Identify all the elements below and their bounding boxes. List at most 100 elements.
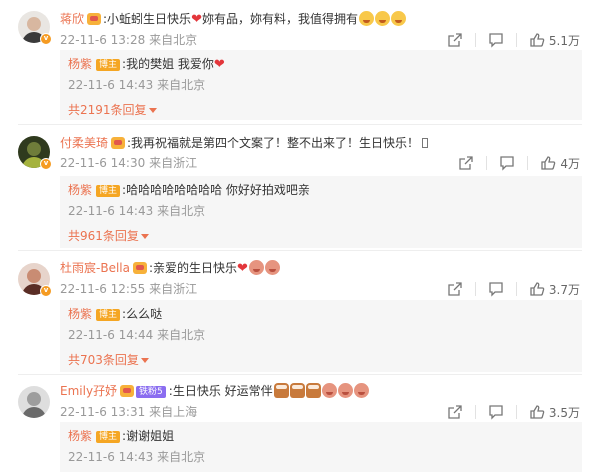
like-count: 3.5万 bbox=[548, 405, 580, 420]
reply-box: 杨紫 博主:我的樊姐 我爱你❤ 22-11-6 14:43 来自北京 共2191条… bbox=[60, 50, 582, 120]
comment-text: :亲爱的生日快乐 bbox=[148, 261, 238, 275]
reply-username[interactable]: 杨紫 bbox=[68, 429, 92, 443]
cake-emoji-icon bbox=[273, 383, 289, 398]
comment-location: 来自北京 bbox=[149, 33, 198, 47]
blogger-badge: 博主 bbox=[96, 431, 121, 443]
more-replies-link[interactable]: 共961条回复 bbox=[68, 228, 149, 244]
reply-meta: 22-11-6 14:43 来自北京 bbox=[68, 449, 205, 465]
reply-time: 22-11-6 14:44 bbox=[68, 328, 154, 342]
reply-text: :谢谢姐姐 bbox=[122, 429, 175, 443]
reply-line: 杨紫 博主:谢谢姐姐 bbox=[68, 428, 174, 444]
comment-meta: 22-11-6 12:55 来自浙江 bbox=[60, 281, 197, 297]
comment-time: 22-11-6 13:31 bbox=[60, 405, 146, 419]
heart-icon: ❤ bbox=[213, 57, 225, 72]
more-replies-label: 共703条回复 bbox=[68, 353, 139, 367]
caret-down-icon bbox=[140, 358, 149, 363]
reply-location: 来自北京 bbox=[157, 78, 206, 92]
reply-username[interactable]: 杨紫 bbox=[68, 307, 92, 321]
heart-icon: ❤ bbox=[191, 12, 202, 27]
comment-line: 杜雨宸-Bella :亲爱的生日快乐❤ bbox=[60, 260, 280, 277]
smile-emoji-icon bbox=[374, 11, 390, 26]
comment-icon[interactable] bbox=[499, 155, 515, 171]
comment-icon[interactable] bbox=[488, 32, 504, 48]
avatar[interactable] bbox=[18, 386, 50, 418]
reply-location: 来自北京 bbox=[157, 328, 206, 342]
share-icon[interactable] bbox=[447, 281, 463, 297]
comment-location: 来自上海 bbox=[149, 405, 198, 419]
comment-actions: 4万 bbox=[458, 155, 580, 171]
smile-emoji-icon bbox=[358, 11, 374, 26]
reply-line: 杨紫 博主:么么哒 bbox=[68, 306, 162, 322]
comment-item: v 杜雨宸-Bella:亲爱的生日快乐❤ 22-11-6 12:55 来自浙江 … bbox=[0, 252, 600, 376]
reply-username[interactable]: 杨紫 bbox=[68, 57, 92, 71]
thumbs-up-icon[interactable] bbox=[529, 32, 545, 48]
cake-emoji-icon bbox=[289, 383, 305, 398]
pig-emoji-icon bbox=[248, 260, 264, 275]
heart-icon: ❤ bbox=[237, 261, 248, 276]
more-replies-label: 共2191条回复 bbox=[68, 103, 147, 117]
comment-username[interactable]: 付柔美琦 bbox=[60, 136, 108, 150]
reply-username[interactable]: 杨紫 bbox=[68, 183, 92, 197]
comment-username[interactable]: 蒋欣 bbox=[60, 12, 84, 26]
divider bbox=[18, 250, 582, 251]
smile-emoji-icon bbox=[390, 11, 406, 26]
comment-actions: 5.1万 bbox=[447, 32, 580, 48]
comment-text: :生日快乐 好运常伴 bbox=[168, 384, 273, 398]
like-count: 4万 bbox=[560, 156, 580, 171]
reply-line: 杨紫 博主:我的樊姐 我爱你❤ bbox=[68, 56, 225, 73]
comment-username[interactable]: Emily孖妤 bbox=[60, 384, 117, 398]
more-replies-link[interactable]: 共703条回复 bbox=[68, 352, 149, 368]
divider bbox=[18, 124, 582, 125]
pig-emoji-icon bbox=[353, 383, 369, 398]
comment-time: 22-11-6 14:30 bbox=[60, 156, 146, 170]
reply-meta: 22-11-6 14:43 来自北京 bbox=[68, 203, 205, 219]
comment-line: 付柔美琦 :我再祝福就是第四个文案了！整不出来了！生日快乐！ bbox=[60, 135, 429, 151]
reply-line: 杨紫 博主:哈哈哈哈哈哈哈哈 你好好拍戏吧亲 bbox=[68, 182, 310, 198]
fan-level-badge: 铁粉5 bbox=[136, 386, 166, 398]
crown-icon bbox=[120, 385, 135, 397]
verified-badge-icon: v bbox=[40, 158, 52, 170]
crown-icon bbox=[87, 13, 102, 25]
comment-meta: 22-11-6 14:30 来自浙江 bbox=[60, 155, 197, 171]
comment-line: 蒋欣 :小蚯蚓生日快乐❤妳有品，妳有料，我值得拥有 bbox=[60, 11, 406, 28]
more-replies-link[interactable]: 共2191条回复 bbox=[68, 102, 157, 118]
verified-badge-icon: v bbox=[40, 33, 52, 45]
reply-time: 22-11-6 14:43 bbox=[68, 204, 154, 218]
comment-username[interactable]: 杜雨宸-Bella bbox=[60, 261, 130, 275]
comment-text-rest: 妳有品，妳有料，我值得拥有 bbox=[201, 12, 358, 26]
thumbs-up-icon[interactable] bbox=[529, 281, 545, 297]
pig-emoji-icon bbox=[264, 260, 280, 275]
crown-icon bbox=[111, 137, 126, 149]
more-replies-label: 共961条回复 bbox=[68, 229, 139, 243]
pig-emoji-icon bbox=[321, 383, 337, 398]
comment-icon[interactable] bbox=[488, 404, 504, 420]
comment-text: :小蚯蚓生日快乐 bbox=[103, 12, 192, 26]
reply-box: 杨紫 博主:哈哈哈哈哈哈哈哈 你好好拍戏吧亲 22-11-6 14:43 来自北京… bbox=[60, 176, 582, 248]
comment-meta: 22-11-6 13:31 来自上海 bbox=[60, 404, 197, 420]
reply-text: :哈哈哈哈哈哈哈哈 你好好拍戏吧亲 bbox=[122, 183, 310, 197]
reply-box: 杨紫 博主:谢谢姐姐 22-11-6 14:43 来自北京 bbox=[60, 422, 582, 472]
like-count: 5.1万 bbox=[548, 33, 580, 48]
caret-down-icon bbox=[148, 108, 157, 113]
thumbs-up-icon[interactable] bbox=[529, 404, 545, 420]
blogger-badge: 博主 bbox=[96, 59, 121, 71]
comment-item: Emily孖妤 铁粉5:生日快乐 好运常伴 22-11-6 13:31 来自上海 … bbox=[0, 376, 600, 472]
like-count: 3.7万 bbox=[548, 282, 580, 297]
thumbs-up-icon[interactable] bbox=[540, 155, 556, 171]
reply-meta: 22-11-6 14:43 来自北京 bbox=[68, 77, 205, 93]
reply-time: 22-11-6 14:43 bbox=[68, 78, 154, 92]
share-icon[interactable] bbox=[447, 404, 463, 420]
comment-location: 来自浙江 bbox=[149, 282, 198, 296]
divider bbox=[18, 374, 582, 375]
share-icon[interactable] bbox=[458, 155, 474, 171]
comment-location: 来自浙江 bbox=[149, 156, 198, 170]
reply-meta: 22-11-6 14:44 来自北京 bbox=[68, 327, 205, 343]
comment-icon[interactable] bbox=[488, 281, 504, 297]
comment-text: :我再祝福就是第四个文案了！整不出来了！生日快乐！ bbox=[127, 136, 420, 150]
comment-actions: 3.7万 bbox=[447, 281, 580, 297]
share-icon[interactable] bbox=[447, 32, 463, 48]
comment-item: v 付柔美琦 :我再祝福就是第四个文案了！整不出来了！生日快乐！ 22-11-6 … bbox=[0, 126, 600, 252]
reply-time: 22-11-6 14:43 bbox=[68, 450, 154, 464]
comment-time: 22-11-6 12:55 bbox=[60, 282, 146, 296]
verified-badge-icon: v bbox=[40, 285, 52, 297]
